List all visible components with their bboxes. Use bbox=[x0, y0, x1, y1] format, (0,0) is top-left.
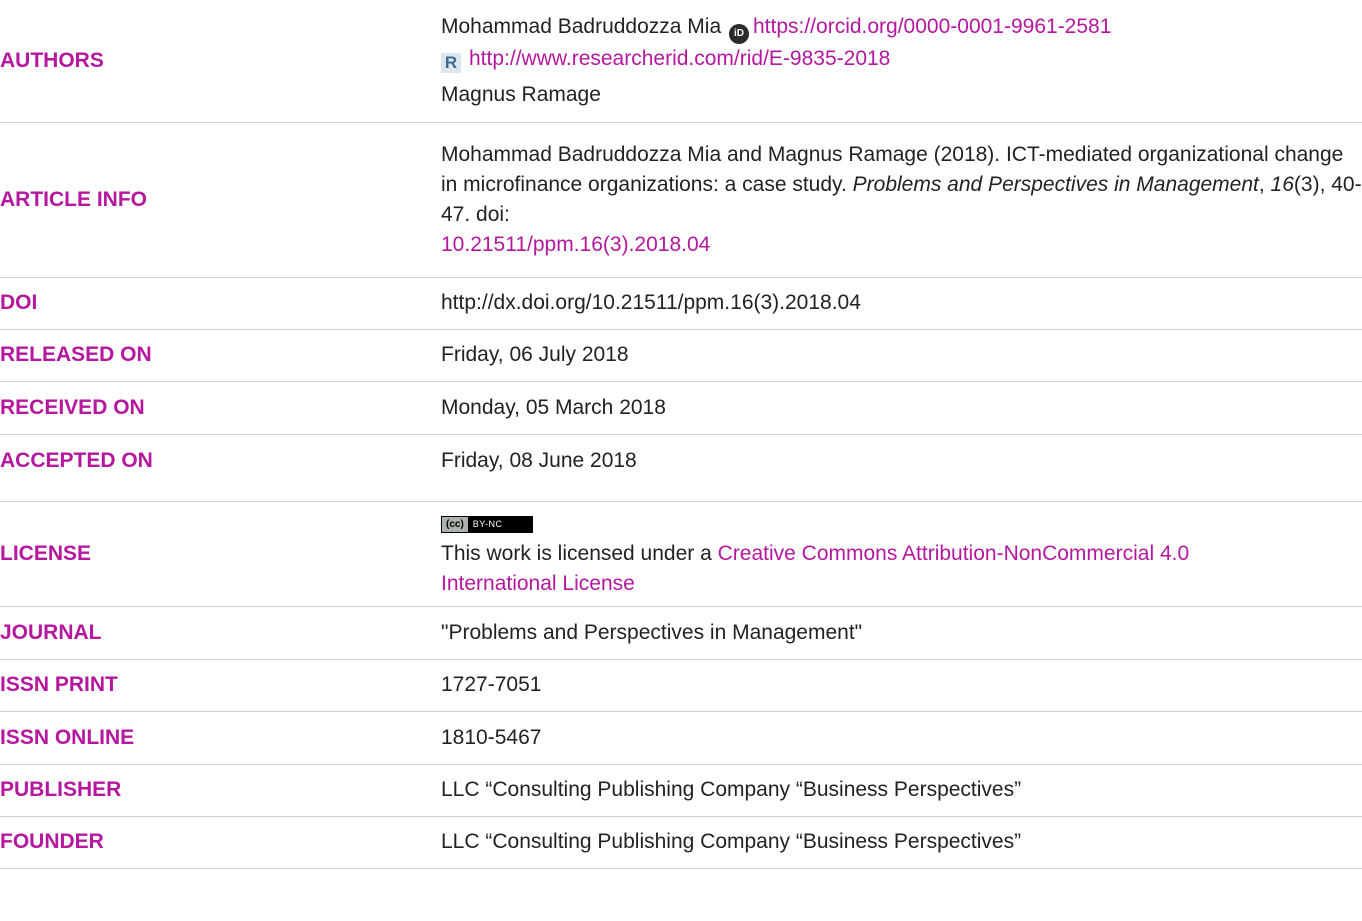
cc-terms: BY-NC bbox=[472, 519, 503, 530]
author-1-name: Mohammad Badruddozza Mia bbox=[441, 14, 722, 38]
received-on-value: Monday, 05 March 2018 bbox=[441, 395, 666, 419]
license-label: LICENSE bbox=[0, 541, 92, 565]
issn-print-value: 1727-7051 bbox=[441, 673, 542, 696]
row-accepted-on: ACCEPTED ON Friday, 08 June 2018 bbox=[0, 434, 1362, 487]
authors-label: AUTHORS bbox=[0, 48, 104, 72]
founder-value: LLC “Consulting Publishing Company “Busi… bbox=[441, 830, 1022, 853]
journal-label: JOURNAL bbox=[0, 620, 102, 644]
accepted-on-label: ACCEPTED ON bbox=[0, 448, 153, 472]
doi-value: http://dx.doi.org/10.21511/ppm.16(3).201… bbox=[441, 291, 861, 314]
publisher-value: LLC “Consulting Publishing Company “Busi… bbox=[441, 778, 1022, 801]
license-value: (cc) BY-NC This work is licensed under a… bbox=[441, 501, 1362, 606]
row-received-on: RECEIVED ON Monday, 05 March 2018 bbox=[0, 381, 1362, 434]
accepted-on-value: Friday, 08 June 2018 bbox=[441, 448, 637, 472]
article-metadata-table: AUTHORS Mohammad Badruddozza Mia iD https… bbox=[0, 0, 1362, 869]
doi-label: DOI bbox=[0, 291, 38, 314]
row-publisher: PUBLISHER LLC “Consulting Publishing Com… bbox=[0, 764, 1362, 816]
row-authors: AUTHORS Mohammad Badruddozza Mia iD https… bbox=[0, 0, 1362, 122]
researcherid-link[interactable]: http://www.researcherid.com/rid/E-9835-2… bbox=[469, 47, 890, 70]
license-link-line2[interactable]: International License bbox=[441, 572, 635, 595]
citation-doi-link[interactable]: 10.21511/ppm.16(3).2018.04 bbox=[441, 233, 710, 256]
researcherid-line: Rhttp://www.researcherid.com/rid/E-9835-… bbox=[441, 44, 1362, 74]
author-2-name: Magnus Ramage bbox=[441, 82, 601, 106]
row-issn-print: ISSN PRINT 1727-7051 bbox=[0, 659, 1362, 711]
orcid-icon: iD bbox=[728, 23, 749, 44]
issn-print-label: ISSN PRINT bbox=[0, 673, 118, 696]
article-info-value: Mohammad Badruddozza Mia and Magnus Rama… bbox=[441, 142, 1362, 256]
issn-online-label: ISSN ONLINE bbox=[0, 725, 135, 749]
issn-online-value: 1810-5467 bbox=[441, 725, 542, 749]
row-journal: JOURNAL "Problems and Perspectives in Ma… bbox=[0, 606, 1362, 659]
cc-icon: (cc) bbox=[442, 517, 468, 533]
author-1-line: Mohammad Badruddozza Mia iD https://orcid… bbox=[441, 12, 1362, 44]
article-info-label: ARTICLE INFO bbox=[0, 187, 147, 211]
researcherid-icon: R bbox=[441, 52, 461, 73]
cc-license-badge[interactable]: (cc) BY-NC bbox=[441, 516, 534, 534]
row-spacer bbox=[0, 487, 1362, 501]
received-on-label: RECEIVED ON bbox=[0, 395, 145, 419]
license-link-line1[interactable]: Creative Commons Attribution-NonCommerci… bbox=[718, 542, 1190, 565]
row-doi: DOI http://dx.doi.org/10.21511/ppm.16(3)… bbox=[0, 277, 1362, 329]
orcid-link[interactable]: https://orcid.org/0000-0001-9961-2581 bbox=[753, 15, 1111, 38]
released-on-label: RELEASED ON bbox=[0, 343, 152, 366]
license-text-prefix: This work is licensed under a bbox=[441, 541, 718, 565]
journal-value: "Problems and Perspectives in Management… bbox=[441, 620, 863, 644]
publisher-label: PUBLISHER bbox=[0, 778, 122, 801]
row-article-info: ARTICLE INFO Mohammad Badruddozza Mia an… bbox=[0, 122, 1362, 277]
released-on-value: Friday, 06 July 2018 bbox=[441, 343, 629, 366]
authors-value: Mohammad Badruddozza Mia iD https://orcid… bbox=[441, 0, 1362, 122]
citation-journal: Problems and Perspectives in Management bbox=[852, 172, 1259, 196]
row-issn-online: ISSN ONLINE 1810-5467 bbox=[0, 711, 1362, 764]
row-license: LICENSE (cc) BY-NC This work is licensed… bbox=[0, 501, 1362, 606]
row-released-on: RELEASED ON Friday, 06 July 2018 bbox=[0, 329, 1362, 381]
row-founder: FOUNDER LLC “Consulting Publishing Compa… bbox=[0, 816, 1362, 868]
citation-volume: 16 bbox=[1270, 172, 1294, 196]
founder-label: FOUNDER bbox=[0, 830, 104, 853]
